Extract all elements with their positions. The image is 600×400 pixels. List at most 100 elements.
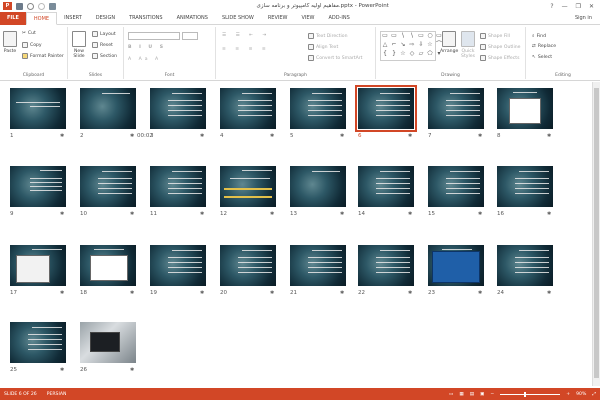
slide-thumbnail[interactable] [80, 245, 136, 286]
transition-star-icon[interactable]: ✱ [270, 211, 274, 217]
minimize-button[interactable]: — [562, 3, 568, 10]
tab-design[interactable]: DESIGN [89, 12, 122, 25]
slide-thumbnail[interactable] [497, 166, 553, 207]
arrange-button[interactable]: Arrange [440, 31, 458, 54]
slide-thumbnail[interactable] [80, 166, 136, 207]
transition-star-icon[interactable]: ✱ [547, 290, 551, 296]
slide-thumbnail[interactable] [80, 88, 136, 129]
tab-review[interactable]: REVIEW [261, 12, 295, 25]
transition-star-icon[interactable]: ✱ [200, 133, 204, 139]
transition-star-icon[interactable]: ✱ [478, 133, 482, 139]
slide-thumbnail[interactable] [220, 88, 276, 129]
slide-thumbnail[interactable] [497, 88, 553, 129]
close-button[interactable]: ✕ [589, 3, 594, 10]
slide-thumbnail[interactable] [355, 85, 417, 132]
slide-thumbnail[interactable] [80, 322, 136, 363]
zoom-slider[interactable] [500, 391, 561, 397]
tab-add-ins[interactable]: ADD-INS [321, 12, 356, 25]
slide-thumbnail[interactable] [150, 245, 206, 286]
transition-star-icon[interactable]: ✱ [60, 133, 64, 139]
zoom-out-button[interactable]: − [490, 392, 494, 397]
transition-star-icon[interactable]: ✱ [340, 290, 344, 296]
help-icon[interactable]: ? [550, 3, 553, 10]
sign-in-link[interactable]: Sign in [575, 15, 600, 21]
transition-star-icon[interactable]: ✱ [408, 290, 412, 296]
section-button[interactable]: Section [92, 53, 117, 59]
slide-thumbnail[interactable] [10, 166, 66, 207]
copy-button[interactable]: Copy [22, 42, 42, 48]
restore-button[interactable]: ❐ [576, 3, 581, 10]
slideshow-view-icon[interactable]: ▣ [480, 392, 484, 397]
find-button[interactable]: ⌕ Find [532, 33, 546, 40]
font-format-buttons[interactable]: B I U S [128, 45, 166, 50]
transition-star-icon[interactable]: ✱ [270, 133, 274, 139]
zoom-level[interactable]: 90% [576, 392, 586, 397]
tab-slide-show[interactable]: SLIDE SHOW [215, 12, 261, 25]
undo-icon[interactable] [27, 2, 34, 10]
quick-styles-button[interactable]: Quick Styles [460, 31, 476, 59]
slide-thumbnail[interactable] [428, 245, 484, 286]
slide-thumbnail[interactable] [358, 166, 414, 207]
zoom-slider-knob[interactable] [524, 391, 527, 397]
tab-transitions[interactable]: TRANSITIONS [122, 12, 170, 25]
slide-thumbnail[interactable] [290, 166, 346, 207]
slide-thumbnail[interactable] [220, 166, 276, 207]
slideshow-from-start-icon[interactable] [49, 2, 56, 10]
tab-animations[interactable]: ANIMATIONS [170, 12, 215, 25]
save-icon[interactable] [16, 2, 23, 10]
slide-thumbnail[interactable] [10, 88, 66, 129]
alignment-buttons[interactable]: ≡ ≡ ≡ ≡ [222, 47, 270, 52]
layout-button[interactable]: Layout [92, 31, 116, 37]
transition-star-icon[interactable]: ✱ [547, 211, 551, 217]
slide-thumbnail[interactable] [428, 166, 484, 207]
transition-star-icon[interactable]: ✱ [340, 211, 344, 217]
slide-thumbnail[interactable] [290, 245, 346, 286]
text-direction-button[interactable]: Text Direction [308, 33, 348, 39]
slide-thumbnail[interactable] [150, 88, 206, 129]
cut-button[interactable]: ✂ Cut [22, 31, 36, 36]
transition-star-icon[interactable]: ✱ [60, 211, 64, 217]
shape-fill-button[interactable]: Shape Fill [480, 33, 510, 39]
shape-outline-button[interactable]: Shape Outline [480, 44, 520, 50]
tab-home[interactable]: HOME [25, 11, 58, 25]
fit-to-window-icon[interactable]: ⤢ [592, 391, 596, 397]
slide-thumbnail[interactable] [10, 322, 66, 363]
transition-star-icon[interactable]: ✱ [130, 211, 134, 217]
scroll-thumb[interactable] [594, 88, 599, 378]
slide-sorter-view-icon[interactable]: ▦ [459, 392, 463, 397]
redo-icon[interactable] [38, 2, 45, 10]
transition-star-icon[interactable]: ✱ [478, 211, 482, 217]
transition-star-icon[interactable]: ✱ [130, 133, 134, 139]
transition-star-icon[interactable]: ✱ [200, 290, 204, 296]
bullets-buttons[interactable]: ☰ ☰ ⇤ ⇥ [222, 33, 270, 38]
language-indicator[interactable]: PERSIAN [47, 392, 67, 397]
transition-star-icon[interactable]: ✱ [340, 133, 344, 139]
tab-view[interactable]: VIEW [294, 12, 321, 25]
transition-star-icon[interactable]: ✱ [200, 211, 204, 217]
reset-button[interactable]: Reset [92, 42, 113, 48]
tab-insert[interactable]: INSERT [57, 12, 89, 25]
slide-thumbnail[interactable] [150, 166, 206, 207]
font-size-box[interactable] [182, 32, 198, 40]
slide-thumbnail[interactable] [10, 245, 66, 286]
vertical-scrollbar[interactable] [592, 82, 600, 386]
transition-star-icon[interactable]: ✱ [130, 367, 134, 373]
transition-star-icon[interactable]: ✱ [270, 290, 274, 296]
slide-thumbnail[interactable] [290, 88, 346, 129]
reading-view-icon[interactable]: ▤ [470, 392, 474, 397]
shapes-gallery[interactable]: ▭ ▭ \ \ ▭ ○ ▭ △ ⌐ ↘ ⇨ ⇩ ☆ ⌒ {} ☆ ◇ ▱ ⬠ ▾ [380, 31, 442, 61]
font-color-buttons[interactable]: A Aa A [128, 57, 161, 62]
format-painter-button[interactable]: Format Painter [22, 53, 64, 59]
zoom-in-button[interactable]: + [566, 392, 570, 397]
transition-star-icon[interactable]: ✱ [408, 133, 412, 139]
transition-star-icon[interactable]: ✱ [408, 211, 412, 217]
convert-smartart-button[interactable]: Convert to SmartArt [308, 55, 362, 61]
transition-star-icon[interactable]: ✱ [478, 290, 482, 296]
transition-star-icon[interactable]: ✱ [60, 290, 64, 296]
replace-button[interactable]: ⇄ Replace [532, 44, 556, 49]
slide-thumbnail[interactable] [428, 88, 484, 129]
paste-button[interactable]: Paste [3, 31, 17, 54]
slide-thumbnail[interactable] [220, 245, 276, 286]
tab-file[interactable]: FILE [0, 11, 26, 25]
transition-star-icon[interactable]: ✱ [60, 367, 64, 373]
